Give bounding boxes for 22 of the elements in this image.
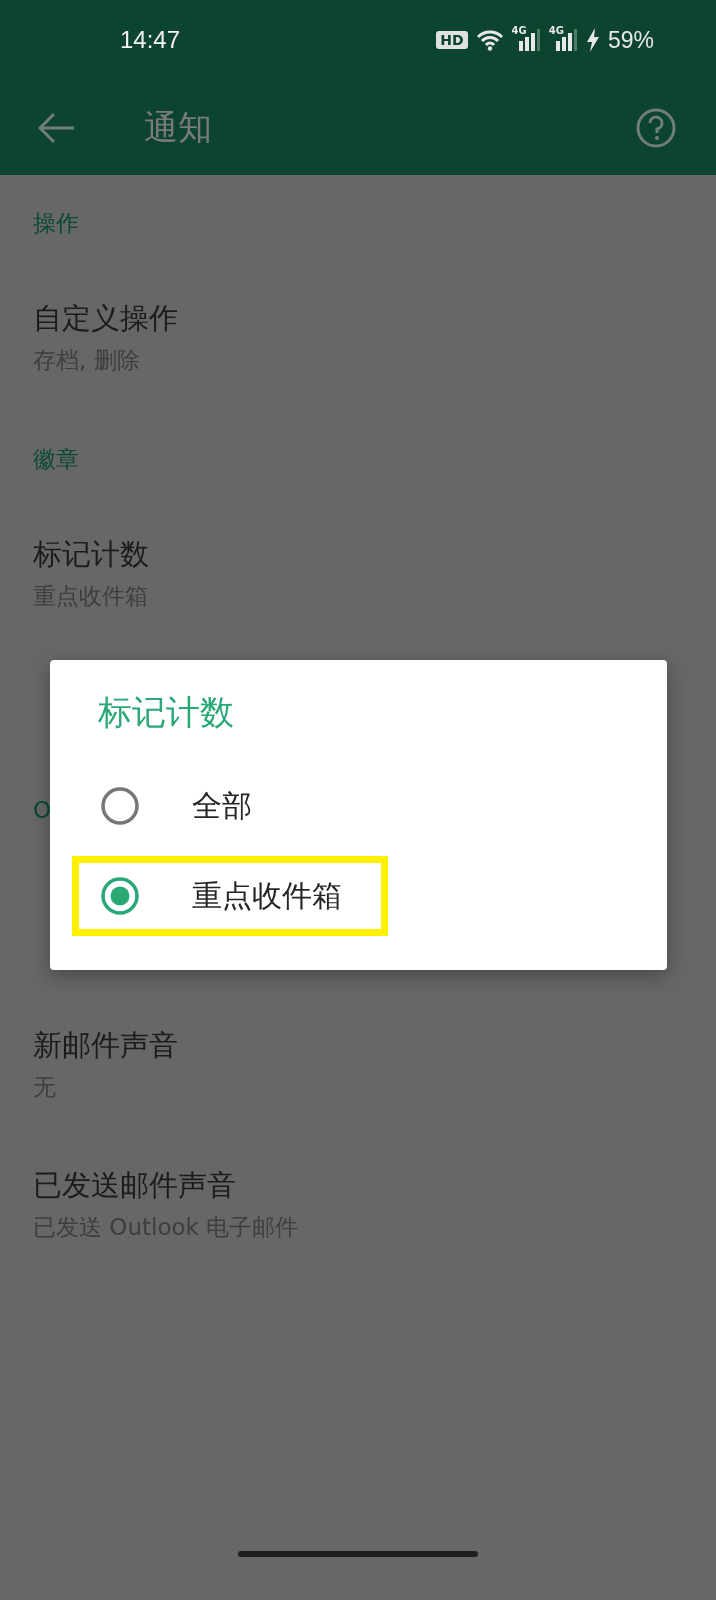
hd-badge: HD: [436, 31, 468, 49]
setting-title[interactable]: 新邮件声音: [33, 1025, 716, 1066]
network-label: 4G: [548, 25, 564, 36]
option-label[interactable]: 重点收件箱: [192, 875, 342, 917]
back-arrow-icon[interactable]: [38, 111, 76, 144]
section-header: O: [33, 797, 52, 823]
charging-icon: [585, 28, 600, 52]
radio-button[interactable]: [100, 876, 140, 916]
wifi-icon: [475, 29, 504, 51]
section-header: 徽章: [33, 444, 79, 474]
battery-level: 59%: [607, 26, 654, 54]
setting-title[interactable]: 标记计数: [33, 534, 716, 575]
network-label: 4G: [511, 25, 527, 36]
dialog-title: 标记计数: [98, 691, 235, 734]
setting-title[interactable]: 已发送邮件声音: [33, 1165, 716, 1206]
section-header: 操作: [33, 208, 79, 238]
radio-button[interactable]: [100, 786, 140, 826]
screen-title: 通知: [144, 105, 213, 149]
clock: 14:47: [120, 26, 181, 54]
option-label[interactable]: 全部: [192, 785, 252, 827]
help-icon[interactable]: [636, 107, 676, 148]
setting-title[interactable]: 自定义操作: [33, 298, 716, 339]
